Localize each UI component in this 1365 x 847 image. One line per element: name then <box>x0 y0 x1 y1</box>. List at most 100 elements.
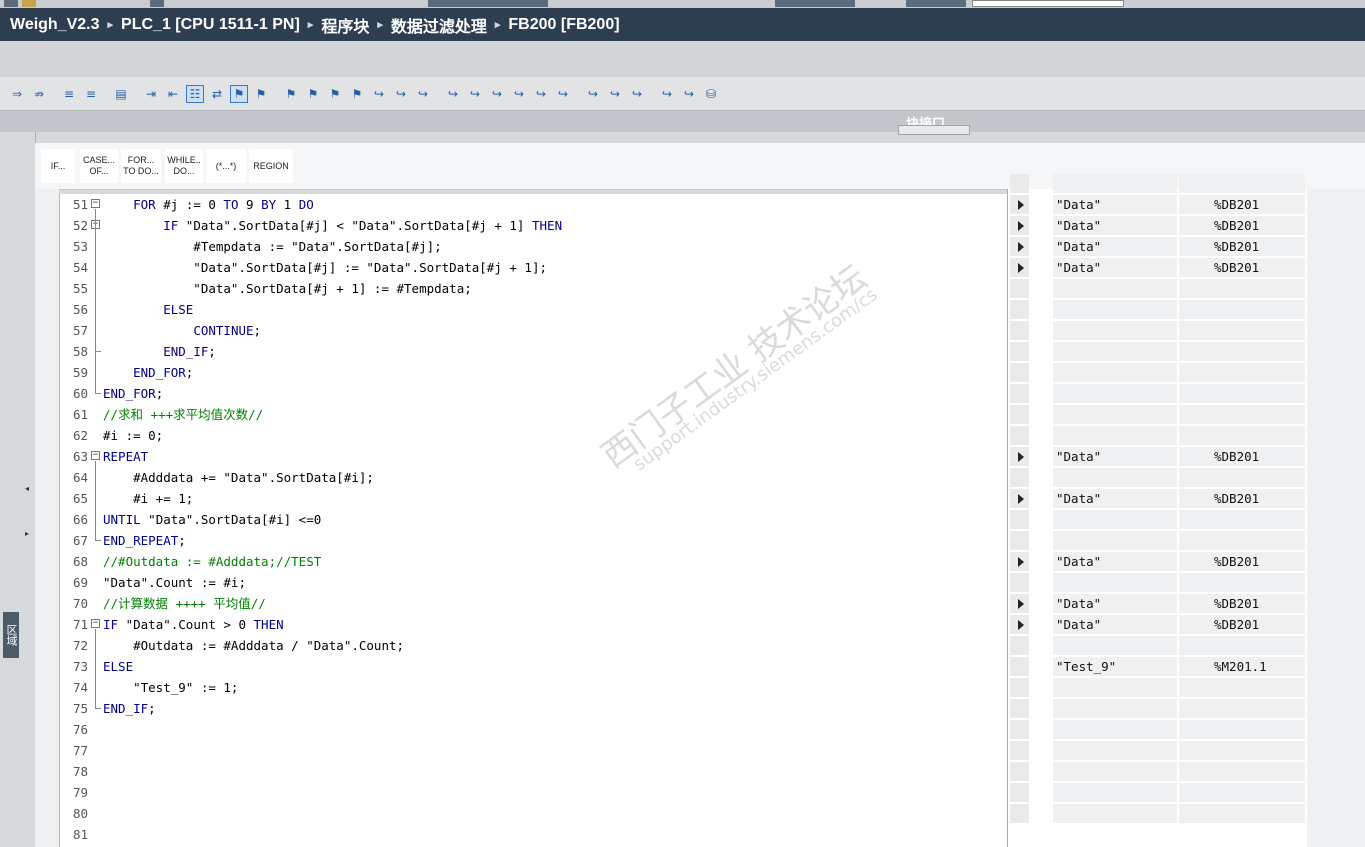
go-to-icon[interactable]: ↪ <box>532 85 550 103</box>
code-line[interactable]: 72 #Outdata := #Adddata / "Data".Count; <box>60 635 1008 656</box>
operand-row[interactable] <box>1008 425 1308 446</box>
go-to-icon[interactable]: ↪ <box>606 85 624 103</box>
operand-expander-cell[interactable] <box>1010 804 1029 823</box>
code-line[interactable]: 51− FOR #j := 0 TO 9 BY 1 DO <box>60 194 1008 215</box>
bookmark-icon[interactable]: ⚑ <box>230 84 248 103</box>
operand-expander-cell[interactable] <box>1010 720 1029 739</box>
fold-toggle-icon[interactable]: − <box>91 619 100 628</box>
insert-row-icon[interactable]: ≡ <box>60 85 78 103</box>
code-line[interactable]: 78 <box>60 761 1008 782</box>
operand-row[interactable] <box>1008 530 1308 551</box>
indent-icon[interactable]: ⇥ <box>142 85 160 103</box>
operand-expander-cell[interactable] <box>1010 573 1029 592</box>
list-icon[interactable]: ☷ <box>186 84 204 103</box>
insert-row-icon[interactable]: ≡ <box>82 85 100 103</box>
operand-row[interactable]: "Test_9" %M201.1 <box>1008 656 1308 677</box>
operand-row[interactable] <box>1008 299 1308 320</box>
code-line[interactable]: 55 "Data".SortData[#j + 1] := #Tempdata; <box>60 278 1008 299</box>
code-line[interactable]: 61 //求和 +++求平均值次数// <box>60 404 1008 425</box>
bookmark-icon[interactable]: ⚑ <box>252 85 270 103</box>
insert-network-icon[interactable]: ⇒ <box>8 85 26 103</box>
code-line[interactable]: 68 //#Outdata := #Adddata;//TEST <box>60 551 1008 572</box>
snippet-button[interactable]: (*...*) <box>206 149 246 183</box>
operand-expander-cell[interactable] <box>1010 342 1029 361</box>
operand-row[interactable] <box>1008 383 1308 404</box>
regions-tab[interactable]: 区域 <box>3 612 19 658</box>
code-line[interactable]: 58 END_IF; <box>60 341 1008 362</box>
code-line[interactable]: 60 END_FOR; <box>60 383 1008 404</box>
breadcrumb-item[interactable]: Weigh_V2.3 <box>10 16 100 34</box>
splitter-handle[interactable] <box>898 125 970 135</box>
go-to-icon[interactable]: ↪ <box>510 85 528 103</box>
operand-expander-cell[interactable] <box>1010 615 1029 634</box>
code-line[interactable]: 66 UNTIL "Data".SortData[#i] <=0 <box>60 509 1008 530</box>
code-line[interactable]: 63− REPEAT <box>60 446 1008 467</box>
code-line[interactable]: 76 <box>60 719 1008 740</box>
operand-expander-cell[interactable] <box>1010 783 1029 802</box>
operand-row[interactable] <box>1008 341 1308 362</box>
go-to-icon[interactable]: ↪ <box>392 85 410 103</box>
go-to-icon[interactable]: ↪ <box>584 85 602 103</box>
operand-row[interactable]: "Data" %DB201 <box>1008 257 1308 278</box>
expand-arrow-icon[interactable] <box>1018 200 1024 210</box>
operand-expander-cell[interactable] <box>1010 489 1029 508</box>
operand-row[interactable]: "Data" %DB201 <box>1008 593 1308 614</box>
go-to-icon[interactable]: ↪ <box>414 85 432 103</box>
go-to-icon[interactable]: ↪ <box>658 85 676 103</box>
operand-expander-cell[interactable] <box>1010 426 1029 445</box>
snippet-button[interactable]: IF... <box>41 149 75 183</box>
code-line[interactable]: 77 <box>60 740 1008 761</box>
operand-row[interactable] <box>1008 803 1308 824</box>
operand-row[interactable] <box>1008 278 1308 299</box>
operand-expander-cell[interactable] <box>1010 531 1029 550</box>
code-line[interactable]: 75 END_IF; <box>60 698 1008 719</box>
operand-row[interactable]: "Data" %DB201 <box>1008 614 1308 635</box>
operand-expander-cell[interactable] <box>1010 321 1029 340</box>
code-line[interactable]: 62 #i := 0; <box>60 425 1008 446</box>
expand-arrow-icon[interactable] <box>1018 494 1024 504</box>
operand-expander-cell[interactable] <box>1010 237 1029 256</box>
code-line[interactable]: 69 "Data".Count := #i; <box>60 572 1008 593</box>
breadcrumb-item[interactable]: 数据过滤处理 <box>391 13 487 37</box>
operand-row[interactable] <box>1008 173 1308 194</box>
fold-toggle-icon[interactable]: − <box>91 199 100 208</box>
expand-arrow-icon[interactable] <box>1018 620 1024 630</box>
operand-row[interactable] <box>1008 635 1308 656</box>
operand-row[interactable] <box>1008 740 1308 761</box>
code-line[interactable]: 53 #Tempdata := "Data".SortData[#j]; <box>60 236 1008 257</box>
operand-expander-cell[interactable] <box>1010 216 1029 235</box>
outdent-icon[interactable]: ⇤ <box>164 85 182 103</box>
operand-expander-cell[interactable] <box>1010 279 1029 298</box>
operand-expander-cell[interactable] <box>1010 300 1029 319</box>
go-to-icon[interactable]: ↪ <box>466 85 484 103</box>
expand-arrow-icon[interactable] <box>1018 599 1024 609</box>
code-line[interactable]: 59 END_FOR; <box>60 362 1008 383</box>
operand-expander-cell[interactable] <box>1010 258 1029 277</box>
operand-expander-cell[interactable] <box>1010 384 1029 403</box>
bookmark-icon[interactable]: ⚑ <box>348 85 366 103</box>
expand-arrow-icon[interactable]: ▸ <box>25 529 29 538</box>
code-line[interactable]: 54 "Data".SortData[#j] := "Data".SortDat… <box>60 257 1008 278</box>
operand-row[interactable] <box>1008 572 1308 593</box>
operand-expander-cell[interactable] <box>1010 594 1029 613</box>
monitor-icon[interactable]: ▤ <box>112 85 130 103</box>
code-line[interactable]: 57 CONTINUE; <box>60 320 1008 341</box>
code-line[interactable]: 71− IF "Data".Count > 0 THEN <box>60 614 1008 635</box>
code-line[interactable]: 80 <box>60 803 1008 824</box>
operand-expander-cell[interactable] <box>1010 636 1029 655</box>
operand-row[interactable] <box>1008 698 1308 719</box>
code-line[interactable]: 52− IF "Data".SortData[#j] < "Data".Sort… <box>60 215 1008 236</box>
delete-network-icon[interactable]: ⇏ <box>30 85 48 103</box>
code-line[interactable]: 73 ELSE <box>60 656 1008 677</box>
operand-expander-cell[interactable] <box>1010 741 1029 760</box>
expand-arrow-icon[interactable] <box>1018 242 1024 252</box>
code-line[interactable]: 67 END_REPEAT; <box>60 530 1008 551</box>
operand-expander-cell[interactable] <box>1010 657 1029 676</box>
operand-row[interactable]: "Data" %DB201 <box>1008 446 1308 467</box>
operand-row[interactable]: "Data" %DB201 <box>1008 551 1308 572</box>
operand-row[interactable]: "Data" %DB201 <box>1008 488 1308 509</box>
operand-expander-cell[interactable] <box>1010 678 1029 697</box>
go-to-icon[interactable]: ↪ <box>680 85 698 103</box>
operand-row[interactable] <box>1008 362 1308 383</box>
go-to-icon[interactable]: ↪ <box>370 85 388 103</box>
